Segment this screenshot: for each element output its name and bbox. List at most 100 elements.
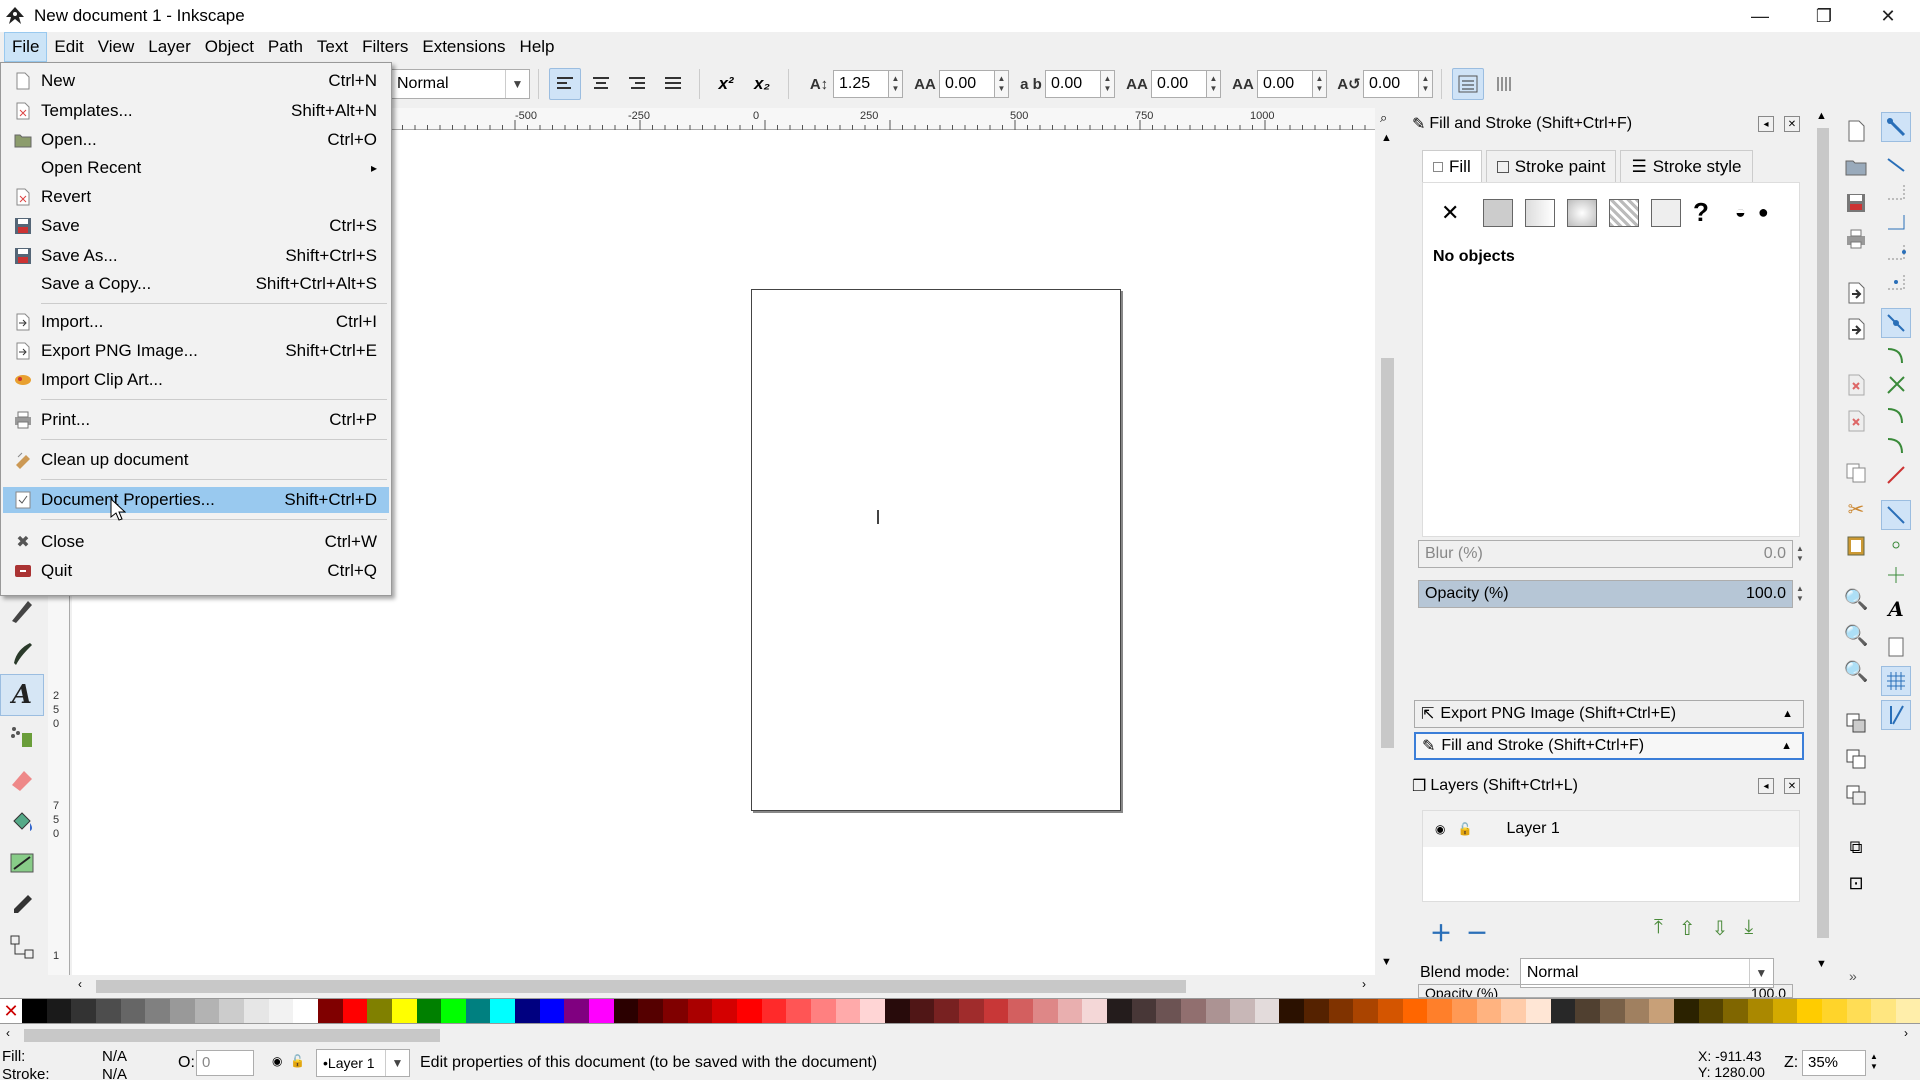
- align-left-button[interactable]: [549, 68, 581, 100]
- scroll-right-icon[interactable]: ›: [1904, 1026, 1908, 1040]
- menu-item-import[interactable]: Import... Ctrl+I: [3, 309, 389, 335]
- linear-gradient-icon[interactable]: [1525, 198, 1555, 227]
- add-layer-icon[interactable]: ＋: [1430, 916, 1452, 948]
- color-swatch[interactable]: [1279, 999, 1305, 1023]
- dock-scrollbar[interactable]: ▲ ▼: [1812, 108, 1832, 978]
- color-swatch[interactable]: [1106, 999, 1132, 1023]
- color-swatch[interactable]: [860, 999, 885, 1023]
- superscript-button[interactable]: x²: [710, 68, 742, 100]
- snap-text-baseline-button[interactable]: A: [1881, 594, 1911, 624]
- swatch-icon[interactable]: [1651, 198, 1681, 227]
- color-swatch[interactable]: [441, 999, 466, 1023]
- new-document-button[interactable]: [1841, 116, 1871, 146]
- redo-button[interactable]: [1841, 406, 1871, 436]
- rotation-input[interactable]: 0.00: [1363, 70, 1419, 98]
- letter-spacing-input[interactable]: 0.00: [939, 70, 995, 98]
- unset-paint-icon[interactable]: ?: [1693, 197, 1723, 228]
- zoom-corner-icon[interactable]: ⌕: [1380, 110, 1387, 126]
- paint-bucket-tool[interactable]: [0, 800, 44, 842]
- duplicate-button[interactable]: [1841, 708, 1871, 738]
- color-swatch[interactable]: [1575, 999, 1600, 1023]
- color-swatch[interactable]: [1156, 999, 1181, 1023]
- color-swatch[interactable]: [1797, 999, 1822, 1023]
- color-swatch[interactable]: [1328, 999, 1354, 1023]
- tab-stroke-paint[interactable]: Stroke paint: [1485, 150, 1617, 182]
- snap-smooth-button[interactable]: [1881, 430, 1911, 460]
- color-swatch[interactable]: [1057, 999, 1083, 1023]
- menu-item-save-as[interactable]: Save As... Shift+Ctrl+S: [3, 243, 389, 269]
- color-swatch[interactable]: [811, 999, 836, 1023]
- color-swatch[interactable]: [416, 999, 442, 1023]
- snap-bbox-edge-button[interactable]: [1881, 178, 1911, 208]
- unlink-clone-button[interactable]: [1841, 780, 1871, 810]
- color-swatch[interactable]: [95, 999, 121, 1023]
- color-swatch[interactable]: [1082, 999, 1107, 1023]
- raise-to-top-icon[interactable]: ⤒: [1654, 916, 1663, 941]
- undo-button[interactable]: [1841, 370, 1871, 400]
- fill-stroke-collapsed[interactable]: ✎ Fill and Stroke (Shift+Ctrl+F) ▲: [1414, 732, 1804, 760]
- spin-arrows[interactable]: ▲ ▼: [889, 70, 903, 98]
- snap-midpoint-button[interactable]: [1881, 460, 1911, 490]
- snap-center-button[interactable]: [1881, 530, 1911, 560]
- horizontal-ruler[interactable]: -500 -250 0 250 500 750 1000: [390, 108, 1375, 130]
- snap-paths-button[interactable]: [1881, 340, 1911, 370]
- menu-filters[interactable]: Filters: [355, 33, 415, 61]
- color-swatch[interactable]: [835, 999, 861, 1023]
- color-swatch[interactable]: [22, 999, 47, 1023]
- color-swatch[interactable]: [293, 999, 318, 1023]
- word-spacing-input[interactable]: 0.00: [1045, 70, 1101, 98]
- spin-arrows[interactable]: ▲ ▼: [1419, 70, 1433, 98]
- color-swatch[interactable]: [391, 999, 417, 1023]
- panel-close-icon[interactable]: ✕: [1784, 116, 1800, 132]
- fill-rule-evenodd-icon[interactable]: ◒: [1735, 202, 1746, 223]
- no-paint-swatch-icon[interactable]: ✕: [0, 999, 22, 1023]
- color-swatch[interactable]: [194, 999, 220, 1023]
- menu-item-print[interactable]: Print... Ctrl+P: [3, 407, 389, 433]
- color-swatch[interactable]: [268, 999, 294, 1023]
- menu-help[interactable]: Help: [513, 33, 562, 61]
- lock-icon[interactable]: 🔓: [1457, 822, 1472, 836]
- clone-button[interactable]: [1841, 744, 1871, 774]
- align-right-button[interactable]: [621, 68, 653, 100]
- menu-item-new[interactable]: New Ctrl+N: [3, 68, 389, 94]
- color-swatch[interactable]: [1452, 999, 1477, 1023]
- flat-color-icon[interactable]: [1483, 198, 1513, 227]
- import-button[interactable]: [1841, 278, 1871, 308]
- horizontal-text-button[interactable]: [1452, 68, 1484, 100]
- snap-bbox-button[interactable]: [1881, 148, 1911, 178]
- menu-extensions[interactable]: Extensions: [415, 33, 512, 61]
- fill-indicator-value[interactable]: N/A: [102, 1048, 127, 1065]
- color-swatch[interactable]: [983, 999, 1009, 1023]
- menu-item-open[interactable]: Open... Ctrl+O: [3, 127, 389, 153]
- menu-edit[interactable]: Edit: [47, 33, 90, 61]
- gradient-tool[interactable]: [0, 842, 44, 884]
- color-swatch[interactable]: [1476, 999, 1502, 1023]
- color-swatch[interactable]: [1205, 999, 1231, 1023]
- color-swatch[interactable]: [490, 999, 516, 1023]
- color-swatch[interactable]: [120, 999, 146, 1023]
- menu-item-save-copy[interactable]: Save a Copy... Shift+Ctrl+Alt+S: [3, 271, 389, 297]
- scroll-up-icon[interactable]: ▲: [1381, 132, 1392, 144]
- zoom-page-button[interactable]: 🔍: [1841, 656, 1871, 686]
- layer-row[interactable]: ◉ 🔓 Layer 1: [1423, 811, 1799, 847]
- color-swatch[interactable]: [367, 999, 392, 1023]
- color-swatch[interactable]: [1526, 999, 1551, 1023]
- export-button[interactable]: [1841, 314, 1871, 344]
- scroll-up-icon[interactable]: ▲: [1816, 110, 1827, 122]
- color-swatch[interactable]: [712, 999, 738, 1023]
- snap-toggle-button[interactable]: [1881, 112, 1911, 142]
- minimize-button[interactable]: —: [1728, 0, 1792, 32]
- color-swatch[interactable]: [219, 999, 244, 1023]
- color-swatch[interactable]: [243, 999, 269, 1023]
- spin-arrows[interactable]: ▲ ▼: [1796, 581, 1810, 607]
- copy-button[interactable]: [1841, 458, 1871, 488]
- no-paint-icon[interactable]: ✕: [1441, 200, 1471, 226]
- color-swatch[interactable]: [638, 999, 664, 1023]
- color-swatch[interactable]: [761, 999, 787, 1023]
- print-button[interactable]: [1841, 224, 1871, 254]
- menu-object[interactable]: Object: [198, 33, 261, 61]
- color-swatch[interactable]: [539, 999, 565, 1023]
- text-tool[interactable]: A: [0, 674, 44, 716]
- snap-nodes-button[interactable]: [1881, 308, 1911, 338]
- snap-rotation-center-button[interactable]: [1881, 560, 1911, 590]
